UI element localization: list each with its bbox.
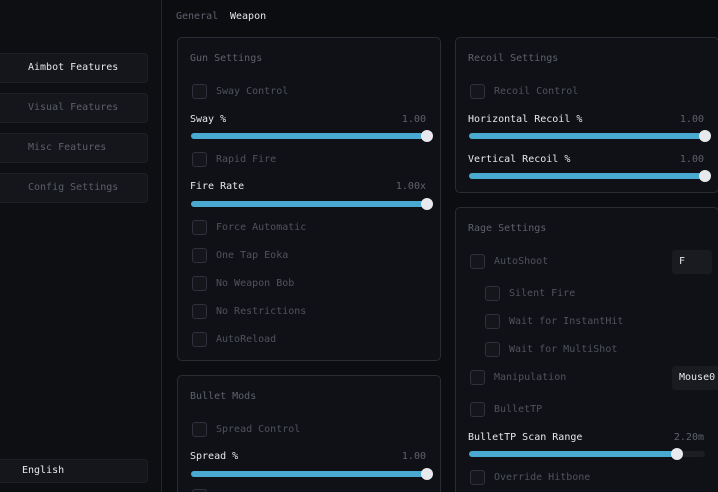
- gun-settings-panel: Gun Settings Sway Control Sway % 1.00 Ra…: [177, 37, 441, 361]
- autoshoot-checkbox[interactable]: [470, 254, 485, 269]
- checkbox-label: No Weapon Bob: [216, 278, 295, 289]
- slider-handle[interactable]: [699, 170, 711, 182]
- manipulation-keybind[interactable]: Mouse0: [672, 366, 718, 390]
- checkbox-label: Override Hitbone: [494, 472, 591, 483]
- sway-slider[interactable]: [191, 130, 433, 142]
- sidebar: Aimbot Features Visual Features Misc Fea…: [0, 0, 162, 492]
- autoshoot-keybind[interactable]: F: [672, 250, 712, 274]
- spread-control-checkbox[interactable]: [192, 422, 207, 437]
- slider-handle[interactable]: [670, 448, 683, 460]
- language-selector[interactable]: English: [0, 459, 148, 483]
- panel-title: Gun Settings: [190, 53, 263, 64]
- sway-control-checkbox[interactable]: [192, 84, 207, 99]
- checkbox-label: Wait for MultiShot: [509, 344, 618, 355]
- recoil-control-checkbox[interactable]: [470, 84, 485, 99]
- slider-fill: [469, 173, 705, 179]
- checkbox-label: One Tap Eoka: [216, 250, 289, 261]
- checkbox-label: AutoShoot: [494, 256, 549, 267]
- tab-weapon[interactable]: Weapon: [230, 11, 266, 22]
- slider-handle[interactable]: [421, 198, 433, 210]
- vertical-recoil-slider-value: 1.00: [679, 154, 704, 165]
- no-weapon-bob-checkbox[interactable]: [192, 276, 207, 291]
- sidebar-item-config-settings[interactable]: Config Settings: [0, 173, 148, 203]
- force-automatic-checkbox[interactable]: [192, 220, 207, 235]
- checkbox-label: No Restrictions: [216, 306, 307, 317]
- no-restrictions-checkbox[interactable]: [192, 304, 207, 319]
- checkbox-label: BulletTP: [494, 404, 543, 415]
- slider-fill: [469, 451, 677, 457]
- spread-slider-value: 1.00: [401, 451, 426, 462]
- silent-fire-checkbox[interactable]: [485, 286, 500, 301]
- horizontal-recoil-slider-value: 1.00: [679, 114, 704, 125]
- checkbox-label: Wait for InstantHit: [509, 316, 624, 327]
- override-hitbone-checkbox[interactable]: [470, 470, 485, 485]
- spread-slider-label: Spread %: [190, 451, 239, 462]
- bullet-mods-panel: Bullet Mods Spread Control Spread % 1.00: [177, 375, 441, 492]
- wait-multishot-checkbox[interactable]: [485, 342, 500, 357]
- panel-title: Recoil Settings: [468, 53, 559, 64]
- checkbox-label: Recoil Control: [494, 86, 579, 97]
- bullettp-range-slider[interactable]: [469, 448, 705, 460]
- slider-handle[interactable]: [699, 130, 711, 142]
- checkbox-label: Spread Control: [216, 424, 301, 435]
- panel-title: Rage Settings: [468, 223, 547, 234]
- fire-rate-slider[interactable]: [191, 198, 433, 210]
- horizontal-recoil-slider-label: Horizontal Recoil %: [468, 114, 583, 125]
- bullettp-range-slider-value: 2.20m: [673, 432, 704, 443]
- bullettp-range-slider-label: BulletTP Scan Range: [468, 432, 583, 443]
- tab-general[interactable]: General: [176, 11, 218, 22]
- manipulation-checkbox[interactable]: [470, 370, 485, 385]
- checkbox-label: Manipulation: [494, 372, 567, 383]
- vertical-recoil-slider-label: Vertical Recoil %: [468, 154, 571, 165]
- slider-handle[interactable]: [421, 130, 433, 142]
- checkbox-label: AutoReload: [216, 334, 277, 345]
- checkbox-label: Force Automatic: [216, 222, 307, 233]
- rage-settings-panel: Rage Settings AutoShoot F Silent Fire Wa…: [455, 207, 718, 492]
- spread-slider[interactable]: [191, 468, 433, 480]
- recoil-settings-panel: Recoil Settings Recoil Control Horizonta…: [455, 37, 718, 193]
- slider-fill: [191, 201, 427, 207]
- slider-fill: [191, 133, 427, 139]
- wait-instanthit-checkbox[interactable]: [485, 314, 500, 329]
- sway-slider-label: Sway %: [190, 114, 227, 125]
- slider-handle[interactable]: [421, 468, 433, 480]
- vertical-recoil-slider[interactable]: [469, 170, 711, 182]
- slider-fill: [191, 471, 427, 477]
- auto-reload-checkbox[interactable]: [192, 332, 207, 347]
- slider-fill: [469, 133, 705, 139]
- bullettp-checkbox[interactable]: [470, 402, 485, 417]
- sidebar-item-visual-features[interactable]: Visual Features: [0, 93, 148, 123]
- fire-rate-slider-label: Fire Rate: [190, 181, 245, 192]
- fire-rate-slider-value: 1.00x: [395, 181, 426, 192]
- sway-slider-value: 1.00: [401, 114, 426, 125]
- horizontal-recoil-slider[interactable]: [469, 130, 711, 142]
- rapid-fire-checkbox[interactable]: [192, 152, 207, 167]
- sidebar-item-aimbot-features[interactable]: Aimbot Features: [0, 53, 148, 83]
- checkbox-label: Silent Fire: [509, 288, 576, 299]
- one-tap-eoka-checkbox[interactable]: [192, 248, 207, 263]
- checkbox-label: Rapid Fire: [216, 154, 277, 165]
- sidebar-item-misc-features[interactable]: Misc Features: [0, 133, 148, 163]
- checkbox-label: Sway Control: [216, 86, 289, 97]
- panel-title: Bullet Mods: [190, 391, 257, 402]
